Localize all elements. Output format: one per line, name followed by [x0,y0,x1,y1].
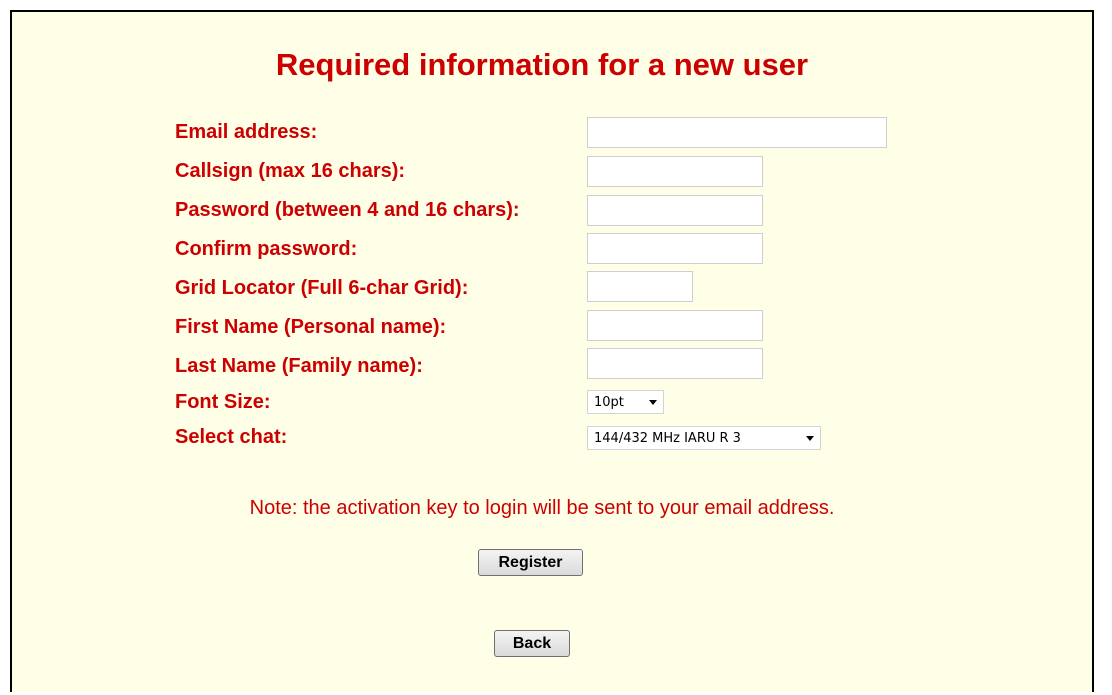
register-button[interactable]: Register [478,549,583,576]
font-size-value: 10pt [594,394,624,410]
password-label: Password (between 4 and 16 chars): [175,199,520,221]
page-title: Required information for a new user [275,47,809,82]
first-name-field[interactable] [587,310,763,341]
callsign-field[interactable] [587,156,763,187]
chevron-down-icon [649,399,657,405]
last-name-label: Last Name (Family name): [175,355,423,377]
first-name-label: First Name (Personal name): [175,316,447,338]
font-size-label: Font Size: [175,391,271,413]
select-chat-label: Select chat: [175,426,288,448]
last-name-field[interactable] [587,348,763,379]
chat-select[interactable]: 144/432 MHz IARU R 3 [587,426,821,450]
back-button[interactable]: Back [494,630,570,657]
grid-locator-field[interactable] [587,271,693,302]
font-size-select[interactable]: 10pt [587,390,664,414]
chat-value: 144/432 MHz IARU R 3 [594,430,741,446]
registration-panel: Required information for a new user Emai… [10,10,1094,692]
password-field[interactable] [587,195,763,226]
chevron-down-icon [806,435,814,441]
confirm-password-label: Confirm password: [175,238,358,260]
confirm-password-field[interactable] [587,233,763,264]
email-label: Email address: [175,121,318,143]
email-field[interactable] [587,117,887,148]
callsign-label: Callsign (max 16 chars): [175,160,406,182]
activation-note: Note: the activation key to login will b… [249,497,835,519]
grid-locator-label: Grid Locator (Full 6-char Grid): [175,277,469,299]
